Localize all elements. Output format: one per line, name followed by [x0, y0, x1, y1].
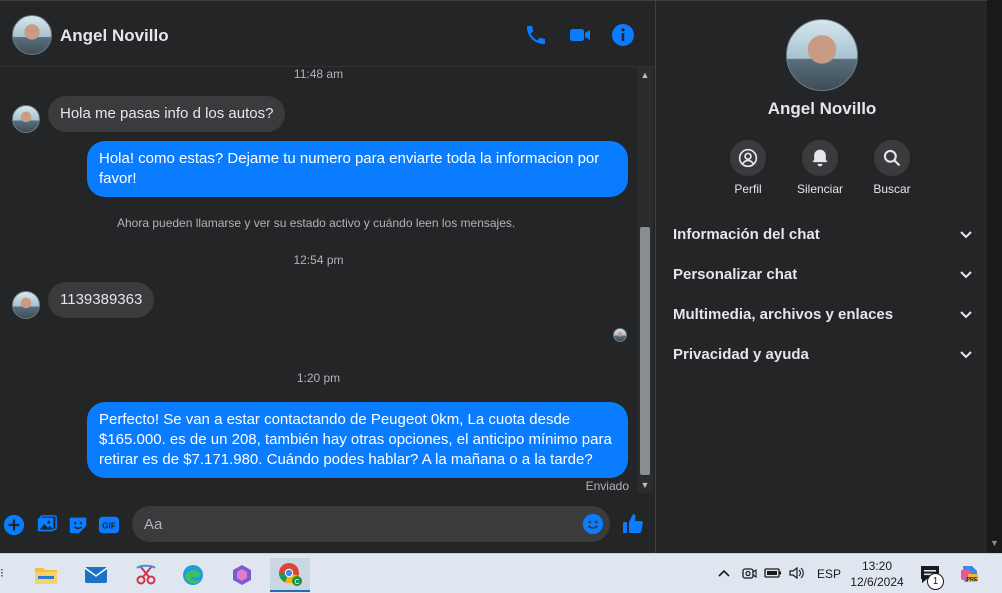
avatar[interactable]	[12, 291, 40, 319]
search-icon	[874, 140, 910, 176]
timestamp: 12:54 pm	[293, 253, 344, 267]
scroll-down-arrow-icon[interactable]: ▼	[637, 479, 653, 491]
section-label: Privacidad y ayuda	[673, 346, 809, 363]
section-privacy-help[interactable]: Privacidad y ayuda	[664, 334, 980, 374]
scroll-up-arrow-icon[interactable]: ▲	[637, 69, 653, 81]
show-hidden-icons-chevron-up-icon[interactable]	[717, 567, 731, 579]
message-incoming[interactable]: 1139389363	[48, 282, 155, 318]
contact-name[interactable]: Angel Novillo	[60, 26, 169, 46]
file-explorer-icon[interactable]	[26, 558, 66, 592]
scroll-down-arrow-icon[interactable]: ▼	[987, 538, 1002, 550]
message-incoming[interactable]: Hola me pasas info d los autos?	[48, 96, 286, 132]
edge-browser-icon[interactable]	[173, 558, 213, 592]
gif-icon[interactable]: GIF	[98, 514, 120, 536]
input-language[interactable]: ESP	[817, 567, 841, 581]
phone-icon[interactable]	[524, 23, 548, 47]
system-notice: Ahora pueden llamarse y ver su estado ac…	[117, 216, 516, 230]
timestamp: 11:48 am	[293, 67, 344, 81]
copilot-icon[interactable]: PRE	[958, 562, 982, 586]
taskbar: ⁝ C ESP 13:20 12/6/2024 1 PRE	[0, 553, 1002, 593]
delivery-status: Enviado	[585, 479, 629, 493]
emoji-icon[interactable]	[582, 513, 604, 535]
profile-label: Perfil	[734, 182, 762, 196]
scroll-thumb[interactable]	[640, 227, 650, 475]
profile-icon	[730, 140, 766, 176]
seen-indicator-avatar	[613, 328, 627, 342]
section-customize-chat[interactable]: Personalizar chat	[664, 254, 980, 294]
thumbs-up-icon[interactable]	[621, 512, 645, 536]
message-scrollbar[interactable]: ▲ ▼	[637, 67, 653, 493]
chat-pane: Angel Novillo 11:48 am Hola me pasas inf…	[0, 0, 655, 554]
chrome-icon[interactable]: C	[270, 558, 310, 592]
sticker-icon[interactable]	[67, 514, 89, 536]
section-label: Personalizar chat	[673, 266, 798, 283]
clock-time: 13:20	[861, 559, 893, 573]
bell-icon	[802, 140, 838, 176]
message-outgoing[interactable]: Hola! como estas? Dejame tu numero para …	[87, 141, 628, 197]
message-input[interactable]	[132, 506, 610, 542]
mute-button[interactable]: Silenciar	[790, 140, 850, 196]
clock-date: 12/6/2024	[850, 575, 904, 589]
volume-icon[interactable]	[788, 566, 806, 580]
mail-icon[interactable]	[76, 558, 116, 592]
avatar[interactable]	[12, 105, 40, 133]
profile-button[interactable]: Perfil	[718, 140, 778, 196]
notification-count-badge: 1	[927, 573, 944, 590]
clock[interactable]: 13:20 12/6/2024	[848, 558, 906, 590]
window-scrollbar[interactable]: ▼	[987, 0, 1002, 553]
timestamp: 1:20 pm	[296, 371, 341, 385]
search-button[interactable]: Buscar	[862, 140, 922, 196]
plus-circle-icon[interactable]	[3, 514, 25, 536]
chrome-profile-badge: C	[294, 579, 299, 586]
video-camera-icon[interactable]	[568, 23, 592, 47]
avatar[interactable]	[12, 15, 52, 55]
chat-header: Angel Novillo	[0, 1, 655, 67]
taskbar-edge: ⁝	[0, 566, 4, 580]
message-list: 11:48 am Hola me pasas info d los autos?…	[0, 67, 655, 497]
messenger-window: Angel Novillo 11:48 am Hola me pasas inf…	[0, 0, 1002, 593]
section-media-files-links[interactable]: Multimedia, archivos y enlaces	[664, 294, 980, 334]
info-panel: Angel Novillo Perfil Silenciar Buscar In…	[655, 0, 987, 553]
chevron-down-icon	[960, 231, 972, 239]
snipping-tool-icon[interactable]	[126, 558, 166, 592]
section-chat-info[interactable]: Información del chat	[664, 214, 980, 254]
search-label: Buscar	[873, 182, 911, 196]
image-icon[interactable]	[36, 514, 58, 536]
chevron-down-icon	[960, 311, 972, 319]
chevron-down-icon	[960, 351, 972, 359]
copilot-pre-badge: PRE	[966, 577, 978, 583]
copilot-app-icon[interactable]	[222, 558, 262, 592]
mute-label: Silenciar	[796, 182, 844, 196]
chevron-down-icon	[960, 271, 972, 279]
profile-avatar[interactable]	[786, 19, 858, 91]
message-outgoing[interactable]: Perfecto! Se van a estar contactando de …	[87, 402, 628, 478]
battery-icon[interactable]	[764, 566, 782, 580]
camera-tray-icon[interactable]	[741, 565, 757, 581]
gif-label: GIF	[102, 522, 116, 531]
composer: GIF	[0, 497, 655, 554]
section-label: Multimedia, archivos y enlaces	[673, 306, 894, 323]
section-label: Información del chat	[673, 226, 820, 243]
info-icon[interactable]	[611, 23, 635, 47]
panel-contact-name: Angel Novillo	[767, 99, 877, 118]
